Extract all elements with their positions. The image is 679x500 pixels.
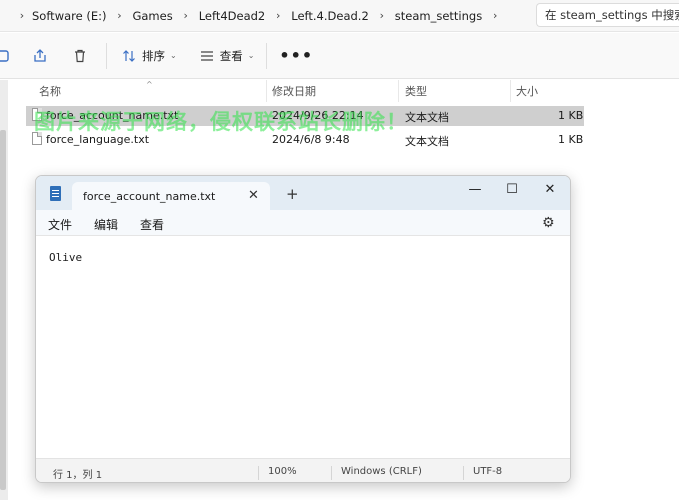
notepad-menubar: 文件 编辑 查看 ⚙ bbox=[36, 210, 570, 236]
gear-icon[interactable]: ⚙ bbox=[542, 215, 555, 231]
menu-edit[interactable]: 编辑 bbox=[94, 216, 118, 233]
navigation-pane-edge bbox=[0, 80, 8, 500]
toolbar-divider bbox=[266, 42, 268, 69]
view-label: 查看 bbox=[219, 48, 243, 63]
encoding[interactable]: UTF-8 bbox=[473, 466, 502, 477]
breadcrumb-left-4-dead-2[interactable]: Left.4.Dead.2 bbox=[291, 9, 369, 23]
file-size: 1 KB bbox=[558, 133, 584, 146]
breadcrumb-left4dead2[interactable]: Left4Dead2 bbox=[199, 9, 266, 23]
column-divider[interactable] bbox=[510, 80, 511, 102]
rename-icon[interactable] bbox=[0, 46, 12, 66]
maximize-icon[interactable]: ☐ bbox=[501, 182, 523, 202]
plus-icon[interactable]: + bbox=[286, 185, 299, 203]
chevron-down-icon: ⌄ bbox=[170, 51, 177, 60]
sort-button[interactable]: 排序 ⌄ bbox=[115, 42, 183, 70]
tab-title: force_account_name.txt bbox=[83, 190, 216, 203]
chevron-right-icon[interactable]: › bbox=[173, 9, 199, 22]
scrollbar[interactable] bbox=[0, 130, 6, 490]
trash-icon[interactable] bbox=[70, 46, 90, 66]
chevron-right-icon[interactable]: › bbox=[265, 9, 291, 22]
view-icon bbox=[200, 50, 213, 61]
watermark-text: 图片来源于网络，侵权联系站长删除！ bbox=[34, 110, 408, 134]
column-divider[interactable] bbox=[266, 80, 267, 102]
close-icon[interactable]: ✕ bbox=[248, 188, 259, 203]
notepad-window: force_account_name.txt ✕ + — ☐ ✕ 文件 编辑 查… bbox=[35, 175, 571, 483]
notepad-titlebar[interactable]: force_account_name.txt ✕ + — ☐ ✕ bbox=[36, 176, 570, 210]
column-divider[interactable] bbox=[398, 80, 399, 102]
minimize-icon[interactable]: — bbox=[464, 182, 486, 202]
address-bar: › Software (E:) › Games › Left4Dead2 › L… bbox=[0, 0, 679, 32]
editor-content[interactable]: Olive bbox=[49, 251, 82, 264]
tab-active-file[interactable]: force_account_name.txt ✕ bbox=[72, 182, 270, 210]
toolbar-divider bbox=[106, 42, 107, 69]
line-ending[interactable]: Windows (CRLF) bbox=[341, 466, 422, 477]
explorer-toolbar: 排序 ⌄ 查看 ⌄ ••• bbox=[0, 33, 679, 79]
more-icon[interactable]: ••• bbox=[273, 42, 319, 70]
notepad-app-icon bbox=[50, 186, 61, 201]
search-input[interactable]: 在 steam_settings 中搜索 bbox=[536, 3, 679, 27]
file-type: 文本文档 bbox=[405, 111, 449, 124]
sort-ascending-icon: ^ bbox=[146, 80, 153, 89]
chevron-right-icon: › bbox=[19, 9, 25, 22]
chevron-right-icon[interactable]: › bbox=[482, 9, 508, 22]
chevron-right-icon[interactable]: › bbox=[106, 9, 132, 22]
share-icon[interactable] bbox=[30, 46, 50, 66]
status-divider bbox=[463, 466, 464, 480]
menu-file[interactable]: 文件 bbox=[48, 216, 72, 233]
sort-icon bbox=[123, 49, 135, 62]
menu-view[interactable]: 查看 bbox=[140, 216, 164, 233]
status-divider bbox=[331, 466, 332, 480]
breadcrumb-steam-settings[interactable]: steam_settings bbox=[395, 9, 482, 23]
chevron-down-icon: ⌄ bbox=[247, 51, 255, 60]
zoom-level[interactable]: 100% bbox=[268, 466, 297, 477]
column-type[interactable]: 类型 bbox=[405, 83, 427, 99]
sort-label: 排序 bbox=[142, 48, 165, 63]
breadcrumb: › Software (E:) › Games › Left4Dead2 › L… bbox=[0, 0, 532, 31]
file-type: 文本文档 bbox=[405, 135, 449, 148]
cursor-position: 行 1，列 1 bbox=[53, 470, 103, 481]
column-modified[interactable]: 修改日期 bbox=[272, 83, 316, 99]
chevron-right-icon[interactable]: › bbox=[369, 9, 395, 22]
close-window-icon[interactable]: ✕ bbox=[539, 182, 561, 202]
view-button[interactable]: 查看 ⌄ bbox=[193, 42, 261, 70]
column-name[interactable]: 名称 bbox=[39, 83, 61, 99]
breadcrumb-drive[interactable]: Software (E:) bbox=[32, 9, 106, 23]
file-size: 1 KB bbox=[558, 109, 584, 122]
status-divider bbox=[258, 466, 259, 480]
column-headers: 名称 修改日期 类型 大小 bbox=[28, 80, 584, 102]
status-bar: 行 1，列 1 100% Windows (CRLF) UTF-8 bbox=[36, 458, 570, 482]
breadcrumb-games[interactable]: Games bbox=[132, 9, 172, 23]
column-size[interactable]: 大小 bbox=[516, 83, 538, 99]
